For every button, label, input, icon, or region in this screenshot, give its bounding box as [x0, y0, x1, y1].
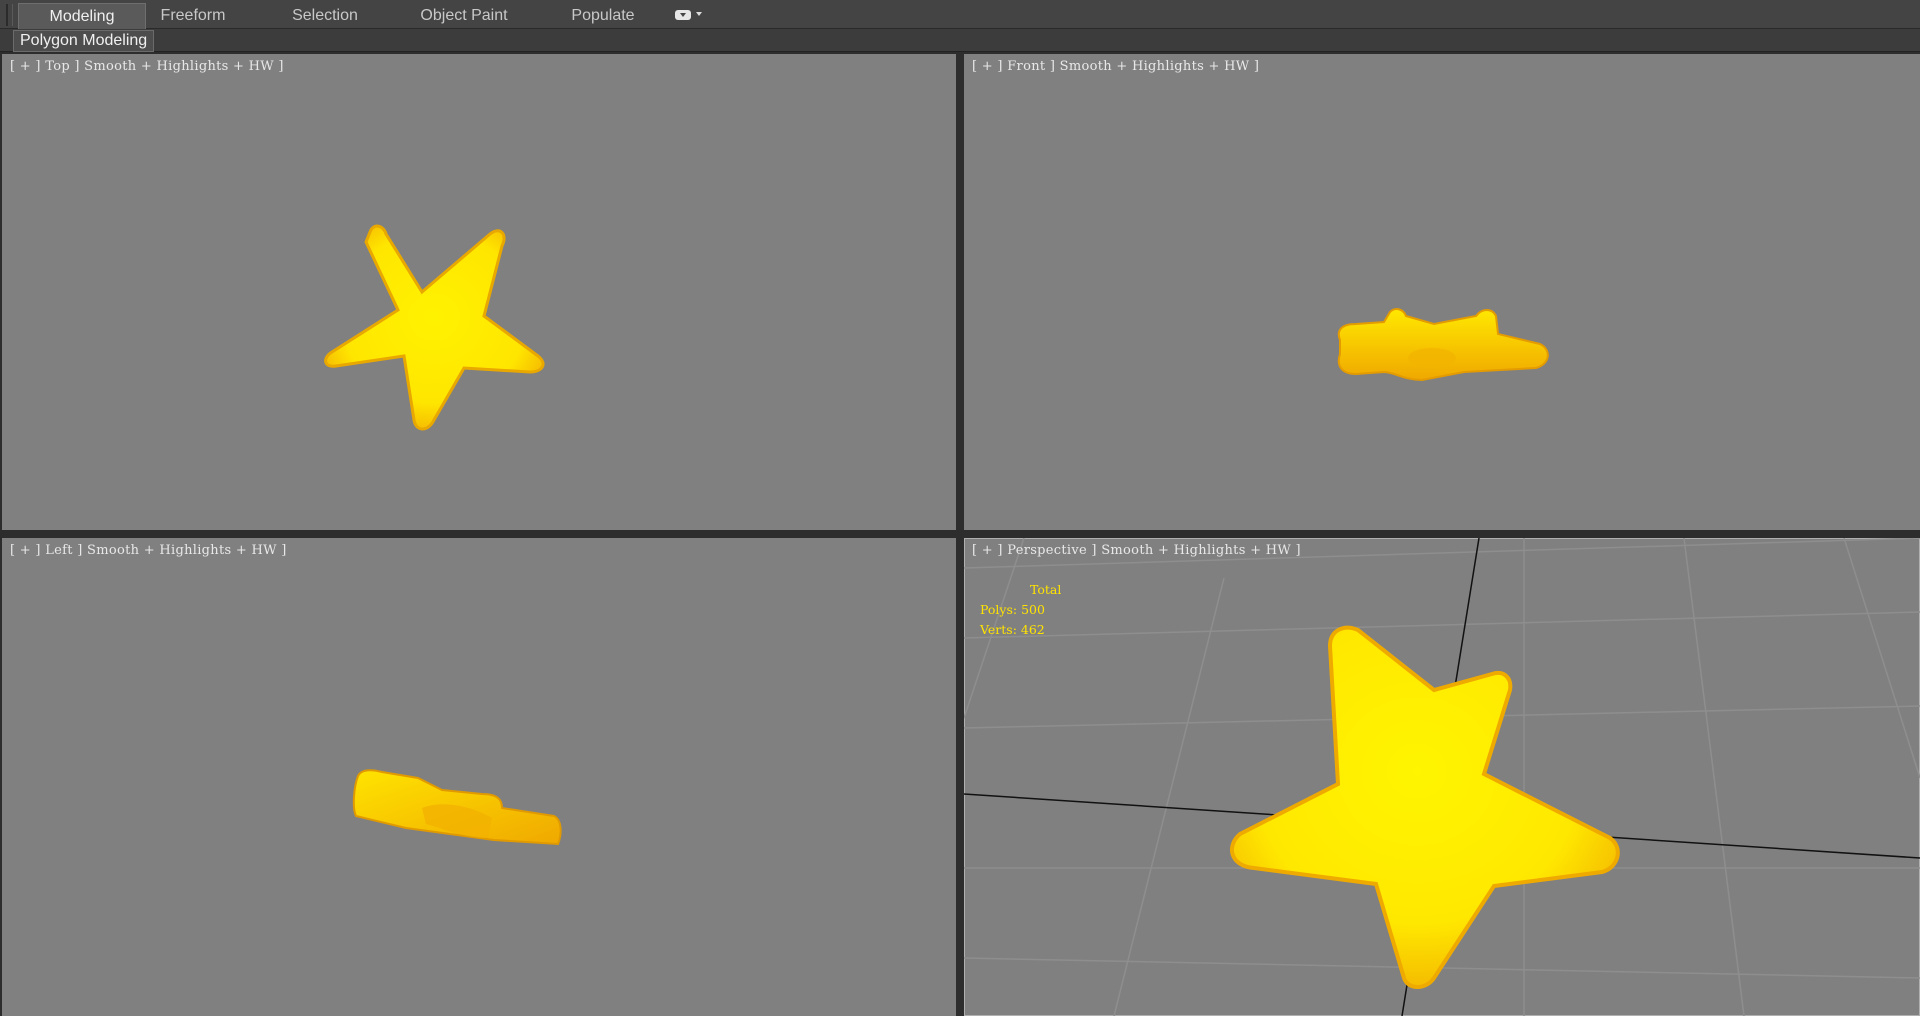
tab-polygon-modeling[interactable]: Polygon Modeling	[13, 30, 155, 52]
viewport-left[interactable]: [ + ] Left ] Smooth + Highlights + HW ]	[2, 538, 956, 1016]
tab-modeling[interactable]: Modeling	[18, 3, 146, 29]
viewport-label-perspective[interactable]: [ + ] Perspective ] Smooth + Highlights …	[972, 543, 1301, 558]
viewport-top[interactable]: [ + ] Top ] Smooth + Highlights + HW ]	[2, 54, 956, 530]
ribbon-grip[interactable]	[6, 4, 13, 26]
ribbon-menu-dropdown[interactable]	[672, 8, 706, 22]
tab-selection[interactable]: Selection	[280, 3, 370, 28]
dropdown-pill-icon	[675, 10, 691, 20]
viewport-area: [ + ] Top ] Smooth + Highlights + HW ] […	[0, 52, 1920, 1016]
star-shadow-detail	[1408, 348, 1456, 368]
viewport-perspective[interactable]: [ + ] Perspective ] Smooth + Highlights …	[964, 538, 1920, 1016]
tab-freeform[interactable]: Freeform	[152, 3, 234, 28]
left-view-canvas	[352, 769, 562, 846]
tab-object-paint[interactable]: Object Paint	[412, 3, 516, 28]
ribbon-tab-bar: Modeling Freeform Selection Object Paint…	[0, 0, 1920, 29]
perspective-view-canvas	[964, 538, 1920, 1016]
chevron-down-icon	[696, 12, 702, 16]
top-view-canvas	[324, 224, 545, 431]
scene-statistics: Total Polys: 500 Verts: 462	[980, 580, 1061, 640]
viewport-label-front[interactable]: [ + ] Front ] Smooth + Highlights + HW ]	[972, 59, 1259, 74]
tab-populate[interactable]: Populate	[560, 3, 646, 28]
star-object[interactable]	[1229, 625, 1620, 989]
viewport-label-top[interactable]: [ + ] Top ] Smooth + Highlights + HW ]	[10, 59, 284, 74]
stats-verts: Verts: 462	[980, 622, 1045, 637]
viewport-front[interactable]: [ + ] Front ] Smooth + Highlights + HW ]	[964, 54, 1920, 530]
stats-polys: Polys: 500	[980, 602, 1045, 617]
star-object[interactable]	[324, 224, 545, 431]
viewport-label-left[interactable]: [ + ] Left ] Smooth + Highlights + HW ]	[10, 543, 287, 558]
ribbon-panel-bar: Polygon Modeling	[0, 29, 1920, 52]
star-object[interactable]	[1337, 308, 1549, 382]
front-view-canvas	[1337, 308, 1549, 382]
stats-total-label: Total	[1030, 582, 1062, 597]
